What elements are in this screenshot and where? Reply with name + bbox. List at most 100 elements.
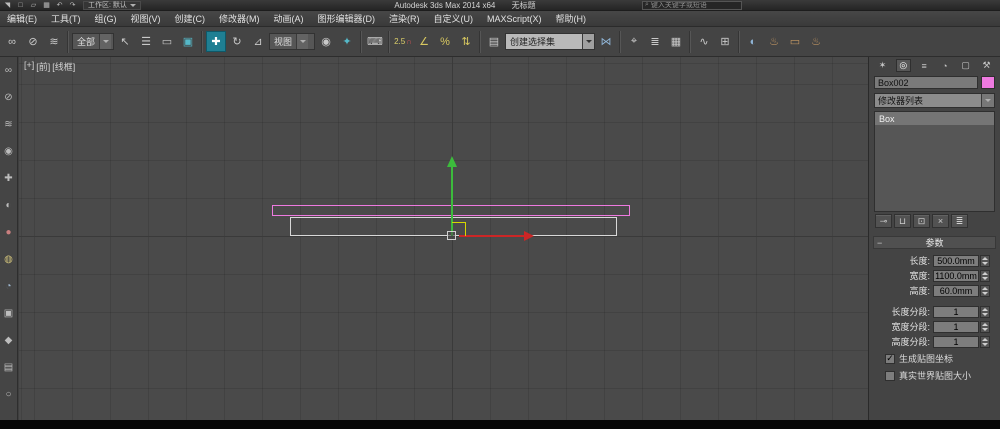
tab-create[interactable]: ✶ — [875, 59, 890, 72]
unlink-selection-button[interactable]: ⊘ — [23, 31, 43, 52]
length-input[interactable]: 500.0mm — [933, 254, 979, 267]
new-scene-button[interactable]: □ — [15, 1, 26, 10]
menu-edit[interactable]: 编辑(E) — [0, 11, 44, 26]
left-tool-button[interactable]: ● — [2, 225, 16, 239]
left-tool-button[interactable]: ◐ — [2, 198, 16, 212]
width-segs-spinner[interactable] — [980, 320, 990, 333]
width-segs-input[interactable]: 1 — [933, 320, 979, 333]
left-tool-button[interactable]: ▤ — [2, 360, 16, 374]
rendered-frame-window-button[interactable]: ▭ — [785, 31, 805, 52]
reference-coordinate-dropdown[interactable]: 视图 — [269, 33, 315, 50]
remove-modifier-button[interactable]: × — [932, 214, 949, 228]
viewport-general-menu[interactable]: [+] — [24, 60, 34, 73]
search-box[interactable]: ⌕ — [642, 0, 742, 10]
selection-filter-dropdown[interactable]: 全部 — [72, 33, 114, 50]
align-button[interactable]: ⌖ — [624, 31, 644, 52]
schematic-view-button[interactable]: ⊞ — [715, 31, 735, 52]
length-segs-spinner[interactable] — [980, 305, 990, 318]
tab-hierarchy[interactable]: ≡ — [917, 59, 932, 72]
menu-rendering[interactable]: 渲染(R) — [382, 11, 427, 26]
tab-motion[interactable]: ◔ — [937, 59, 952, 72]
named-selection-sets-dropdown[interactable]: 创建选择集 — [505, 33, 595, 50]
tab-display[interactable]: ▢ — [958, 59, 973, 72]
show-end-result-button[interactable]: ⊔ — [894, 214, 911, 228]
tab-modify[interactable]: ◎ — [895, 59, 911, 72]
menu-group[interactable]: 组(G) — [88, 11, 124, 26]
bind-to-space-warp-button[interactable]: ≋ — [44, 31, 64, 52]
render-production-button[interactable]: ♨ — [806, 31, 826, 52]
edit-named-selection-sets-button[interactable]: ▤ — [484, 31, 504, 52]
gizmo-x-axis[interactable] — [459, 235, 524, 237]
rectangular-selection-region-button[interactable]: ▭ — [157, 31, 177, 52]
window-crossing-toggle[interactable]: ▣ — [178, 31, 198, 52]
pin-stack-button[interactable]: ⊸ — [875, 214, 892, 228]
left-tool-button[interactable]: ✚ — [2, 171, 16, 185]
snaps-toggle-button[interactable]: 2.5 ∩ — [393, 31, 413, 52]
menu-maxscript[interactable]: MAXScript(X) — [480, 11, 549, 26]
menu-views[interactable]: 视图(V) — [124, 11, 168, 26]
select-object-button[interactable]: ↖ — [115, 31, 135, 52]
graphite-ribbon-toggle[interactable]: ▦ — [666, 31, 686, 52]
height-segs-spinner[interactable] — [980, 335, 990, 348]
left-tool-button[interactable]: ◆ — [2, 333, 16, 347]
app-menu-button[interactable]: ◥ — [2, 1, 13, 10]
select-and-move-button[interactable]: ✚ — [206, 31, 226, 52]
mirror-button[interactable]: ⋈ — [596, 31, 616, 52]
angle-snap-toggle[interactable]: ∠ — [414, 31, 434, 52]
menu-graph-editors[interactable]: 图形编辑器(D) — [311, 11, 383, 26]
left-tool-button[interactable]: ∞ — [2, 63, 16, 77]
tab-utilities[interactable]: ⚒ — [979, 59, 994, 72]
generate-mapping-coords-checkbox[interactable]: ✓ — [885, 353, 895, 364]
open-file-button[interactable]: ▱ — [28, 1, 39, 10]
object-color-swatch[interactable] — [981, 76, 995, 89]
spinner-snap-toggle[interactable]: ⇅ — [456, 31, 476, 52]
gizmo-center-handle[interactable] — [447, 231, 456, 240]
left-tool-button[interactable]: ◍ — [2, 252, 16, 266]
menu-modifiers[interactable]: 修改器(M) — [212, 11, 267, 26]
left-tool-button[interactable]: ▣ — [2, 306, 16, 320]
select-and-link-button[interactable]: ∞ — [2, 31, 22, 52]
select-and-rotate-button[interactable]: ↻ — [227, 31, 247, 52]
search-input[interactable] — [650, 1, 739, 9]
left-tool-button[interactable]: ◔ — [2, 279, 16, 293]
left-tool-button[interactable]: ⊘ — [2, 90, 16, 104]
save-file-button[interactable]: ▦ — [41, 1, 52, 10]
use-pivot-point-button[interactable]: ◉ — [316, 31, 336, 52]
length-spinner[interactable] — [980, 254, 990, 267]
make-unique-button[interactable]: ⊡ — [913, 214, 930, 228]
width-input[interactable]: 1100.0mm — [933, 269, 979, 282]
height-spinner[interactable] — [980, 284, 990, 297]
parameters-rollout-header[interactable]: − 参数 — [873, 236, 996, 249]
select-and-scale-button[interactable]: ⊿ — [248, 31, 268, 52]
menu-help[interactable]: 帮助(H) — [549, 11, 594, 26]
material-editor-button[interactable]: ◐ — [743, 31, 763, 52]
modifier-stack[interactable]: Box — [874, 111, 995, 212]
undo-button[interactable]: ↶ — [54, 1, 65, 10]
viewport-shading-menu[interactable]: [线框] — [52, 60, 75, 73]
modifier-stack-item-box[interactable]: Box — [875, 112, 994, 125]
modifier-list-dropdown[interactable]: 修改器列表 — [874, 93, 995, 108]
select-and-manipulate-button[interactable]: ✦ — [337, 31, 357, 52]
layer-manager-button[interactable]: ≣ — [645, 31, 665, 52]
select-by-name-button[interactable]: ☰ — [136, 31, 156, 52]
height-segs-input[interactable]: 1 — [933, 335, 979, 348]
menu-tools[interactable]: 工具(T) — [44, 11, 88, 26]
render-setup-button[interactable]: ♨ — [764, 31, 784, 52]
viewport-pov-menu[interactable]: [前] — [36, 60, 50, 73]
percent-snap-toggle[interactable]: % — [435, 31, 455, 52]
configure-modifier-sets-button[interactable]: ≣ — [951, 214, 968, 228]
left-tool-button[interactable]: ≋ — [2, 117, 16, 131]
workspace-dropdown[interactable]: 工作区: 默认 — [83, 0, 141, 10]
menu-customize[interactable]: 自定义(U) — [427, 11, 481, 26]
width-spinner[interactable] — [980, 269, 990, 282]
object-name-input[interactable]: Box002 — [874, 76, 978, 89]
front-viewport[interactable]: [+] [前] [线框] — [19, 57, 868, 420]
length-segs-input[interactable]: 1 — [933, 305, 979, 318]
redo-button[interactable]: ↷ — [67, 1, 78, 10]
real-world-map-size-checkbox[interactable] — [885, 370, 895, 381]
menu-create[interactable]: 创建(C) — [168, 11, 213, 26]
curve-editor-button[interactable]: ∿ — [694, 31, 714, 52]
left-tool-button[interactable]: ○ — [2, 387, 16, 401]
menu-animation[interactable]: 动画(A) — [267, 11, 311, 26]
height-input[interactable]: 60.0mm — [933, 284, 979, 297]
